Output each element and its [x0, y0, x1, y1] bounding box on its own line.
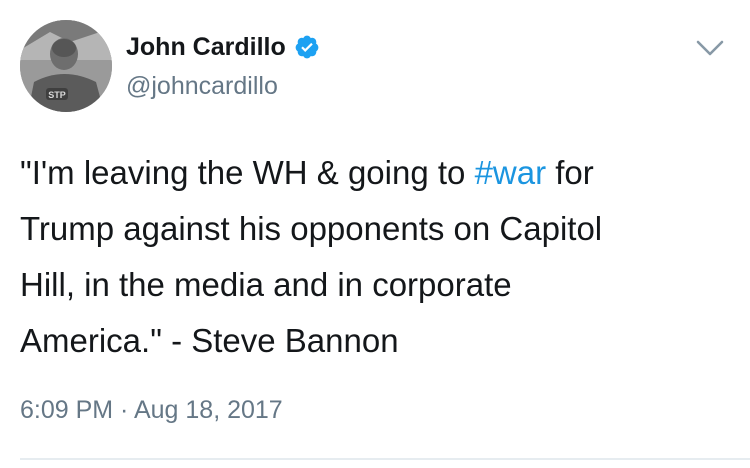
tweet-text-segment: for [546, 154, 594, 191]
meta-separator: · [113, 396, 134, 424]
tweet-text-line-1: "I'm leaving the WH & going to #war for [20, 145, 720, 201]
tweet-timestamp[interactable]: 6:09 PM · Aug 18, 2017 [20, 396, 283, 425]
author-block: John Cardillo @johncardillo [126, 30, 660, 101]
chevron-down-icon [696, 40, 724, 56]
tweet-menu-button[interactable] [692, 34, 728, 62]
avatar-shirt-logo: STP [48, 90, 66, 100]
tweet-text-line-2: Trump against his opponents on Capitol [20, 210, 603, 247]
tweet-date: Aug 18, 2017 [133, 396, 283, 424]
tweet-text: "I'm leaving the WH & going to #war for … [20, 145, 720, 369]
tweet-text-line-4: America." - Steve Bannon [20, 322, 399, 359]
divider [20, 458, 750, 460]
tweet-text-segment: "I'm leaving the WH & going to [20, 154, 475, 191]
display-name[interactable]: John Cardillo [126, 33, 286, 62]
avatar[interactable]: STP [20, 20, 112, 112]
hashtag-link[interactable]: #war [475, 154, 547, 191]
verified-badge-icon [294, 34, 320, 60]
user-handle[interactable]: @johncardillo [126, 72, 660, 101]
tweet-card: STP John Cardillo @johncardillo "I'm lea… [0, 0, 750, 468]
tweet-text-line-3: Hill, in the media and in corporate [20, 266, 512, 303]
tweet-time: 6:09 PM [20, 396, 114, 424]
name-row: John Cardillo [126, 30, 660, 64]
avatar-image: STP [20, 20, 112, 112]
